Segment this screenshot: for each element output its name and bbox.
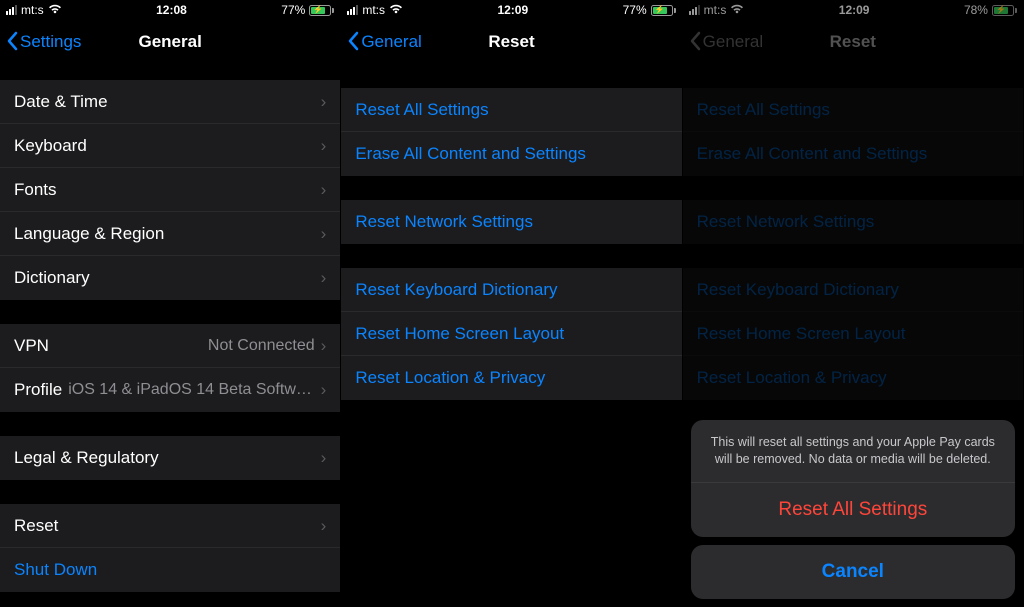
row-reset[interactable]: Reset › xyxy=(0,504,340,548)
row-label: Dictionary xyxy=(14,268,321,288)
row-value: Not Connected xyxy=(208,337,315,355)
row-label: Profile xyxy=(14,380,62,400)
group-general-2: VPN Not Connected › Profile iOS 14 & iPa… xyxy=(0,324,340,412)
wifi-icon xyxy=(389,3,403,17)
action-sheet-card: This will reset all settings and your Ap… xyxy=(691,420,1015,537)
row-reset-location-privacy[interactable]: Reset Location & Privacy xyxy=(341,356,681,400)
action-sheet-message: This will reset all settings and your Ap… xyxy=(691,420,1015,483)
row-label: Reset Keyboard Dictionary xyxy=(355,280,667,300)
back-label: General xyxy=(361,32,421,52)
chevron-left-icon xyxy=(6,31,18,56)
action-sheet: This will reset all settings and your Ap… xyxy=(691,420,1015,599)
row-label: Reset Location & Privacy xyxy=(355,368,667,388)
row-keyboard[interactable]: Keyboard › xyxy=(0,124,340,168)
back-button[interactable]: Settings xyxy=(6,20,81,64)
battery-pct-label: 77% xyxy=(623,3,647,17)
carrier-label: mt:s xyxy=(21,3,44,17)
group-general-3: Legal & Regulatory › xyxy=(0,436,340,480)
panel-reset: mt:s 12:09 77% ⚡ General Reset Reset All… xyxy=(341,0,682,607)
battery-icon: ⚡ xyxy=(651,5,676,16)
row-label: Keyboard xyxy=(14,136,321,156)
cancel-button[interactable]: Cancel xyxy=(691,545,1015,599)
row-dictionary[interactable]: Dictionary › xyxy=(0,256,340,300)
row-label: Shut Down xyxy=(14,560,326,580)
signal-icon xyxy=(347,5,358,15)
row-label: Erase All Content and Settings xyxy=(355,144,667,164)
row-value: iOS 14 & iPadOS 14 Beta Softwar... xyxy=(68,381,314,399)
row-label: Reset All Settings xyxy=(355,100,667,120)
row-legal[interactable]: Legal & Regulatory › xyxy=(0,436,340,480)
wifi-icon xyxy=(48,3,62,17)
row-reset-keyboard-dict[interactable]: Reset Keyboard Dictionary xyxy=(341,268,681,312)
row-label: Language & Region xyxy=(14,224,321,244)
row-erase-all[interactable]: Erase All Content and Settings xyxy=(341,132,681,176)
row-reset-home-layout[interactable]: Reset Home Screen Layout xyxy=(341,312,681,356)
signal-icon xyxy=(6,5,17,15)
group-general-4: Reset › Shut Down xyxy=(0,504,340,592)
clock-label: 12:09 xyxy=(497,3,528,17)
chevron-right-icon: › xyxy=(321,180,327,200)
battery-icon: ⚡ xyxy=(309,5,334,16)
status-bar: mt:s 12:09 77% ⚡ xyxy=(341,0,681,20)
row-date-time[interactable]: Date & Time › xyxy=(0,80,340,124)
row-label: Legal & Regulatory xyxy=(14,448,321,468)
row-vpn[interactable]: VPN Not Connected › xyxy=(0,324,340,368)
row-shut-down[interactable]: Shut Down xyxy=(0,548,340,592)
row-label: Reset Home Screen Layout xyxy=(355,324,667,344)
battery-pct-label: 77% xyxy=(281,3,305,17)
panel-general: mt:s 12:08 77% ⚡ Settings General Date &… xyxy=(0,0,341,607)
row-profile[interactable]: Profile iOS 14 & iPadOS 14 Beta Softwar.… xyxy=(0,368,340,412)
group-reset-1: Reset All Settings Erase All Content and… xyxy=(341,88,681,176)
reset-all-settings-button[interactable]: Reset All Settings xyxy=(691,483,1015,537)
carrier-label: mt:s xyxy=(362,3,385,17)
clock-label: 12:08 xyxy=(156,3,187,17)
group-reset-2: Reset Network Settings xyxy=(341,200,681,244)
row-reset-all-settings[interactable]: Reset All Settings xyxy=(341,88,681,132)
row-label: VPN xyxy=(14,336,208,356)
chevron-right-icon: › xyxy=(321,448,327,468)
row-label: Fonts xyxy=(14,180,321,200)
chevron-right-icon: › xyxy=(321,336,327,356)
row-label: Date & Time xyxy=(14,92,321,112)
back-label: Settings xyxy=(20,32,81,52)
chevron-left-icon xyxy=(347,31,359,56)
status-bar: mt:s 12:08 77% ⚡ xyxy=(0,0,340,20)
back-button[interactable]: General xyxy=(347,20,421,64)
row-language-region[interactable]: Language & Region › xyxy=(0,212,340,256)
chevron-right-icon: › xyxy=(321,136,327,156)
chevron-right-icon: › xyxy=(321,516,327,536)
group-general-1: Date & Time › Keyboard › Fonts › Languag… xyxy=(0,80,340,300)
panel-reset-confirm: mt:s 12:09 78% ⚡ General Reset Reset All… xyxy=(683,0,1024,607)
nav-bar: General Reset xyxy=(341,20,681,64)
chevron-right-icon: › xyxy=(321,380,327,400)
nav-bar: Settings General xyxy=(0,20,340,64)
row-label: Reset xyxy=(14,516,321,536)
row-fonts[interactable]: Fonts › xyxy=(0,168,340,212)
chevron-right-icon: › xyxy=(321,92,327,112)
chevron-right-icon: › xyxy=(321,224,327,244)
group-reset-3: Reset Keyboard Dictionary Reset Home Scr… xyxy=(341,268,681,400)
chevron-right-icon: › xyxy=(321,268,327,288)
row-reset-network[interactable]: Reset Network Settings xyxy=(341,200,681,244)
row-label: Reset Network Settings xyxy=(355,212,667,232)
